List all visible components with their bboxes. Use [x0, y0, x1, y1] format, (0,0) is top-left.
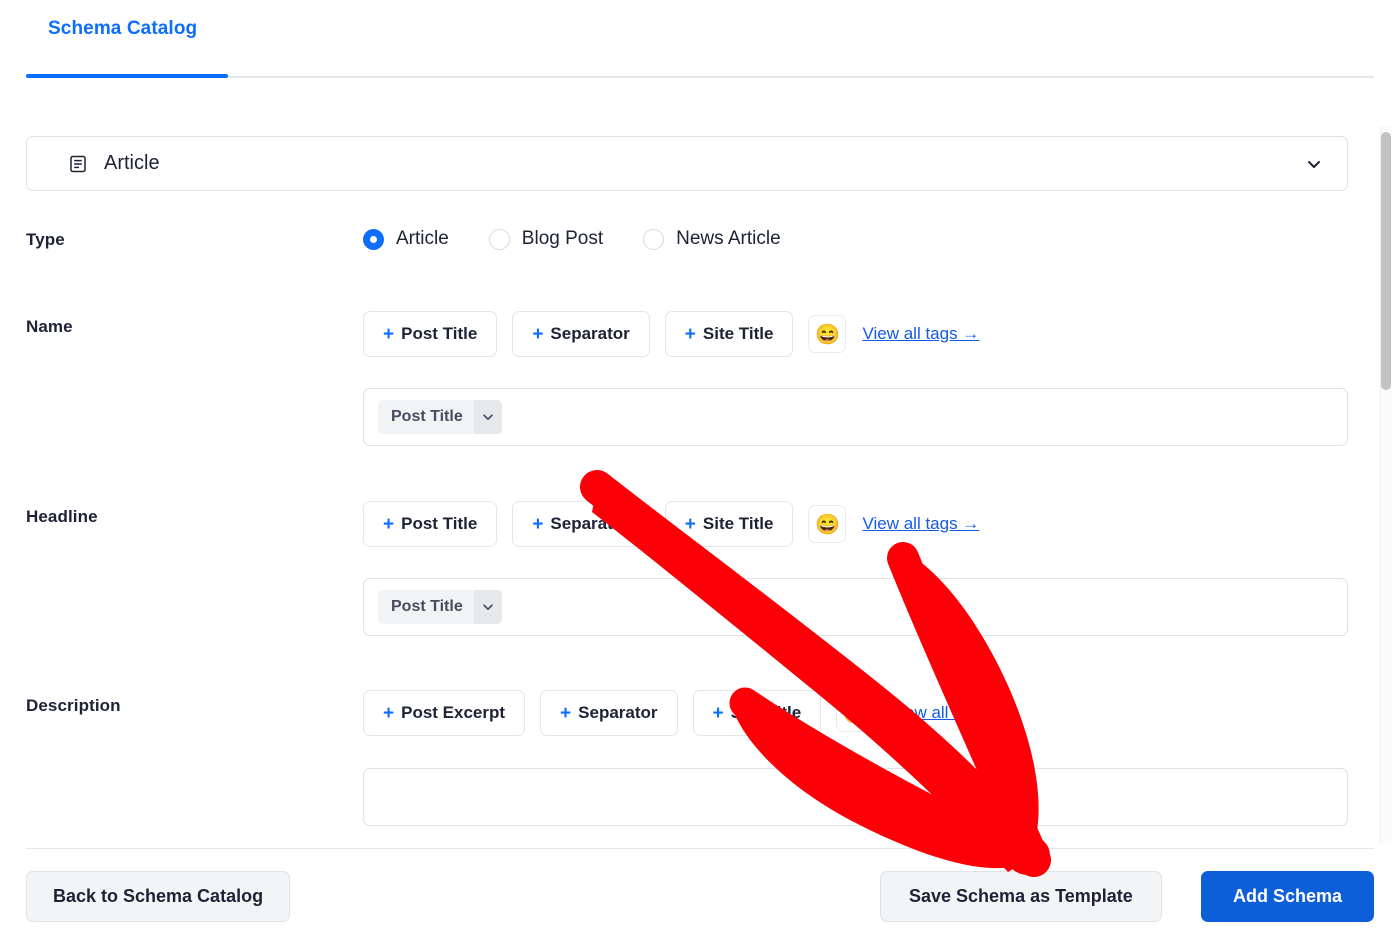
form-scroll-area: Article Type Article Blog Post News Arti…: [0, 100, 1400, 848]
radio-blog-post-icon: [488, 228, 510, 250]
chip-post-title-label: Post Title: [391, 598, 463, 615]
description-value-input[interactable]: [363, 768, 1348, 826]
schema-editor-page: Schema Catalog Article Type Article Blog…: [0, 0, 1400, 940]
name-add-post-title-button[interactable]: + Post Title: [363, 311, 498, 357]
tab-schema-catalog[interactable]: Schema Catalog: [26, 18, 219, 76]
type-radio-group: Article Blog Post News Article: [363, 228, 781, 250]
back-to-schema-catalog-button[interactable]: Back to Schema Catalog: [26, 871, 291, 922]
plus-icon: +: [383, 513, 395, 535]
description-emoji-picker-button[interactable]: 😄: [836, 694, 875, 732]
tab-bar-divider: [26, 76, 1374, 78]
name-add-site-title-label: Site Title: [702, 324, 774, 343]
chip-chevron-down-icon[interactable]: [473, 590, 502, 624]
radio-option-article[interactable]: Article: [363, 228, 449, 250]
headline-add-site-title-label: Site Title: [702, 514, 774, 533]
name-emoji-picker-button[interactable]: 😄: [808, 315, 847, 353]
plus-icon: +: [684, 513, 696, 535]
chip-chevron-down-icon[interactable]: [473, 400, 502, 434]
description-add-separator-button[interactable]: + Separator: [540, 690, 678, 736]
plus-icon: +: [383, 323, 395, 345]
description-add-site-title-button[interactable]: + Site Title: [692, 690, 822, 736]
description-tag-toolbar: + Post Excerpt + Separator + Site Title …: [363, 690, 1007, 736]
radio-news-article-label: News Article: [676, 228, 781, 249]
radio-news-article-icon: [643, 228, 665, 250]
field-label-type: Type: [26, 230, 65, 249]
description-add-separator-label: Separator: [578, 703, 658, 722]
headline-add-separator-label: Separator: [550, 514, 630, 533]
radio-blog-post-label: Blog Post: [521, 228, 604, 249]
headline-add-post-title-label: Post Title: [401, 514, 478, 533]
headline-add-post-title-button[interactable]: + Post Title: [363, 501, 498, 547]
tab-bar: Schema Catalog: [0, 0, 1400, 78]
headline-add-site-title-button[interactable]: + Site Title: [664, 501, 794, 547]
description-add-site-title-label: Site Title: [730, 703, 802, 722]
name-view-all-tags-link[interactable]: View all tags →: [862, 324, 979, 344]
vertical-scrollbar-thumb[interactable]: [1381, 132, 1391, 390]
name-add-separator-label: Separator: [550, 324, 630, 343]
field-label-name: Name: [26, 317, 73, 336]
radio-article-icon: [363, 228, 384, 250]
chip-post-title[interactable]: Post Title: [378, 400, 502, 434]
tab-active-indicator: [26, 74, 228, 78]
radio-option-blog-post[interactable]: Blog Post: [488, 228, 604, 250]
radio-option-news-article[interactable]: News Article: [643, 228, 781, 250]
name-add-post-title-label: Post Title: [401, 324, 478, 343]
name-tag-toolbar: + Post Title + Separator + Site Title 😄 …: [363, 311, 979, 357]
add-schema-button[interactable]: Add Schema: [1201, 871, 1374, 922]
field-label-description: Description: [26, 696, 121, 715]
name-value-input[interactable]: Post Title: [363, 388, 1348, 446]
plus-icon: +: [712, 702, 724, 724]
description-add-post-excerpt-label: Post Excerpt: [401, 703, 506, 722]
name-add-site-title-button[interactable]: + Site Title: [664, 311, 794, 357]
headline-view-all-tags-link[interactable]: View all tags →: [862, 514, 979, 534]
field-label-headline: Headline: [26, 507, 98, 526]
headline-tag-toolbar: + Post Title + Separator + Site Title 😄 …: [363, 501, 979, 547]
plus-icon: +: [383, 702, 395, 724]
save-schema-as-template-button[interactable]: Save Schema as Template: [880, 871, 1162, 922]
radio-article-label: Article: [396, 228, 449, 249]
plus-icon: +: [684, 323, 696, 345]
plus-icon: +: [560, 702, 572, 724]
chevron-down-icon: [1305, 155, 1323, 173]
article-icon: [68, 154, 88, 174]
chip-post-title-label: Post Title: [391, 408, 463, 425]
plus-icon: +: [532, 513, 544, 535]
name-add-separator-button[interactable]: + Separator: [512, 311, 650, 357]
description-add-post-excerpt-button[interactable]: + Post Excerpt: [363, 690, 526, 736]
headline-add-separator-button[interactable]: + Separator: [512, 501, 650, 547]
chip-post-title[interactable]: Post Title: [378, 590, 502, 624]
schema-type-select[interactable]: Article: [26, 136, 1348, 191]
schema-type-value: Article: [104, 152, 160, 174]
headline-emoji-picker-button[interactable]: 😄: [808, 505, 847, 543]
plus-icon: +: [532, 323, 544, 345]
description-view-all-tags-link[interactable]: View all tags →: [890, 703, 1007, 723]
footer-action-bar: Back to Schema Catalog Save Schema as Te…: [0, 849, 1400, 940]
headline-value-input[interactable]: Post Title: [363, 578, 1348, 636]
